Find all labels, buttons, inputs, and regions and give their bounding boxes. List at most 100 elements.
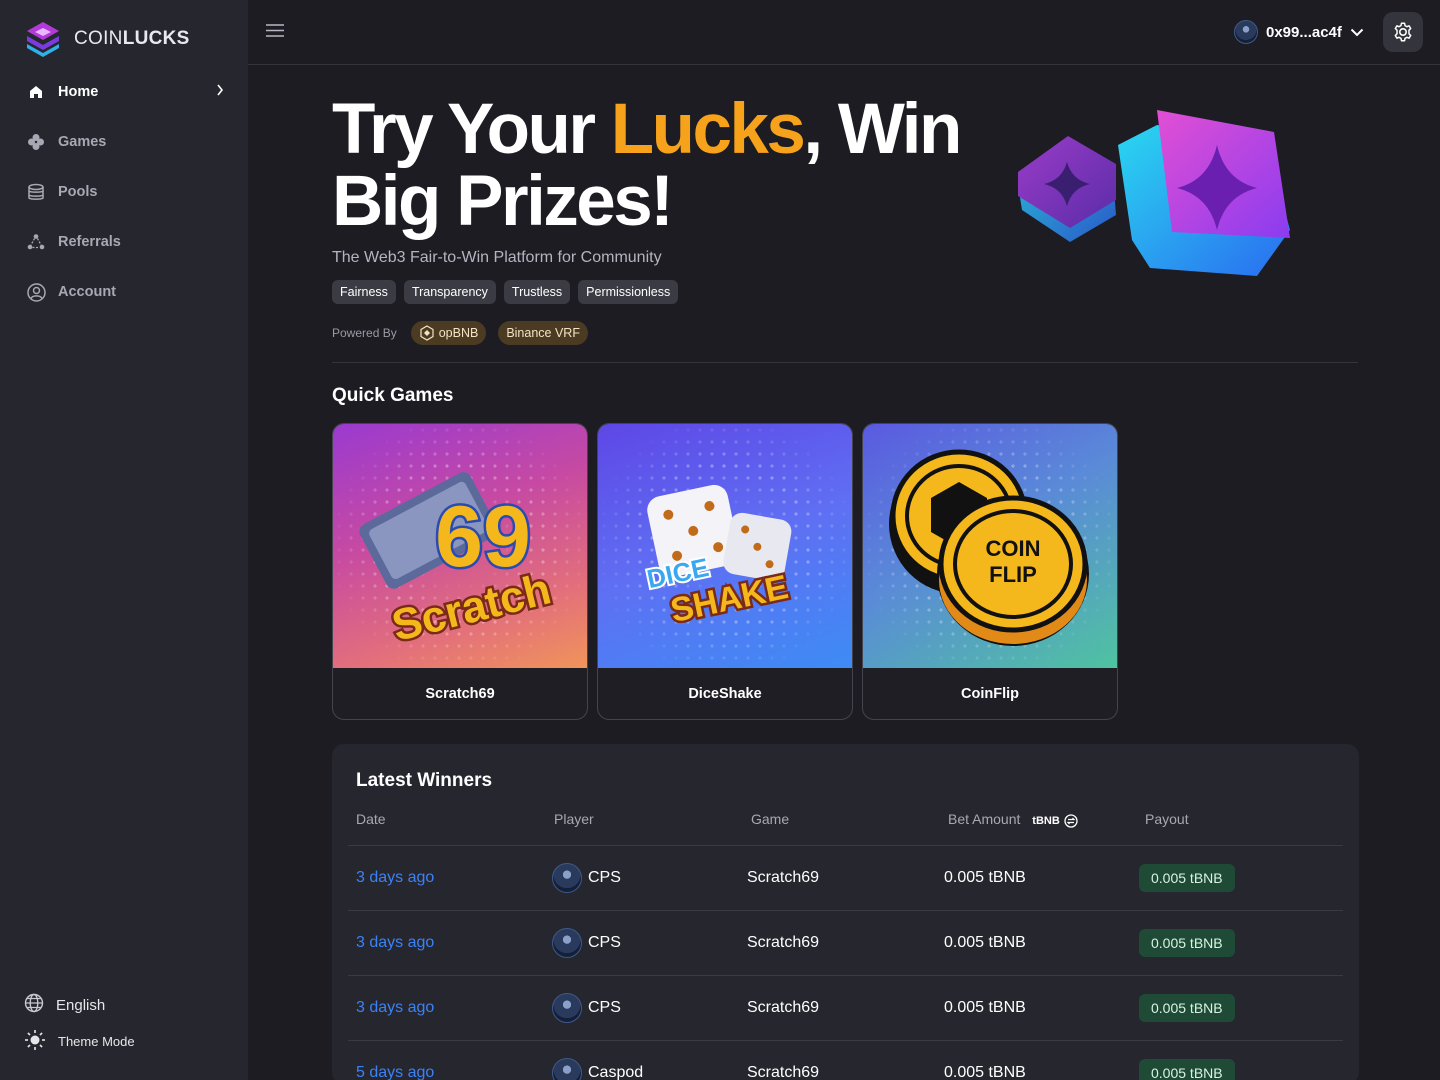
avatar <box>552 863 582 893</box>
quick-games-title: Quick Games <box>332 385 454 406</box>
sidebar-item-label: Pools <box>58 184 98 200</box>
opbnb-label: opBNB <box>438 326 479 340</box>
latest-winners-panel: Latest Winners Date Player Game Bet Amou… <box>332 744 1359 1080</box>
row-bet: 0.005 tBNB <box>944 1064 1026 1080</box>
settings-button[interactable] <box>1383 12 1423 52</box>
sidebar-item-home[interactable]: Home <box>12 67 236 117</box>
game-name: DiceShake <box>688 686 762 702</box>
currency-label: tBNB <box>1032 815 1060 827</box>
binance-vrf-label: Binance VRF <box>506 326 580 340</box>
column-bet-amount: Bet Amount tBNB <box>948 811 1078 828</box>
row-bet: 0.005 tBNB <box>944 999 1026 1016</box>
game-name: Scratch69 <box>425 686 495 702</box>
user-circle-icon <box>26 282 46 302</box>
row-player[interactable]: Caspod <box>552 1041 643 1080</box>
wallet-button[interactable]: 0x99...ac4f <box>1224 12 1374 52</box>
row-date-link[interactable]: 3 days ago <box>356 976 434 1040</box>
wallet-address: 0x99...ac4f <box>1266 23 1342 41</box>
sidebar: COINLUCKS Home Games Pools Referrals Acc… <box>0 0 248 1080</box>
avatar <box>552 1058 582 1080</box>
sidebar-item-label: Home <box>58 84 99 100</box>
hero-divider <box>332 362 1358 363</box>
game-name: CoinFlip <box>961 686 1019 702</box>
sidebar-item-label: Referrals <box>58 234 121 250</box>
sun-icon <box>24 1029 46 1054</box>
coinlucks-logo-icon <box>27 22 59 57</box>
payout-badge: 0.005 tBNB <box>1139 994 1235 1022</box>
sidebar-item-account[interactable]: Account <box>12 267 236 317</box>
sidebar-item-games[interactable]: Games <box>12 117 236 167</box>
network-icon <box>26 232 46 252</box>
brand-logo[interactable]: COINLUCKS <box>24 20 190 58</box>
powered-by-label: Powered By <box>332 326 397 340</box>
winners-table-header: Date Player Game Bet Amount tBNB Payout <box>356 811 1346 831</box>
sidebar-item-label: Account <box>58 284 116 300</box>
wallet-avatar <box>1234 20 1258 44</box>
chevron-right-icon <box>216 84 224 100</box>
clover-icon <box>26 132 46 152</box>
table-row: 5 days ago Caspod Scratch69 0.005 tBNB 0… <box>348 1040 1343 1080</box>
avatar <box>552 928 582 958</box>
row-bet: 0.005 tBNB <box>944 869 1026 886</box>
language-label: English <box>56 996 106 1014</box>
top-bar: 0x99...ac4f <box>248 0 1440 65</box>
row-player[interactable]: CPS <box>552 846 621 910</box>
column-date: Date <box>356 811 386 827</box>
bnb-icon <box>420 325 434 341</box>
column-payout: Payout <box>1145 811 1189 827</box>
bet-amount-label: Bet Amount <box>948 811 1021 827</box>
hamburger-icon <box>266 24 284 37</box>
row-date-link[interactable]: 3 days ago <box>356 911 434 975</box>
theme-mode-label: Theme Mode <box>58 1033 135 1049</box>
powered-by: Powered By opBNB Binance VRF <box>332 321 588 345</box>
currency-toggle[interactable]: tBNB <box>1032 814 1078 828</box>
column-game: Game <box>751 811 790 827</box>
row-game: Scratch69 <box>747 1064 820 1080</box>
tag-transparency: Transparency <box>403 280 496 304</box>
brand-name: COINLUCKS <box>74 28 190 49</box>
game-card-coinflip[interactable]: COIN FLIP CoinFlip <box>862 423 1118 720</box>
feature-tags: Fairness Transparency Trustless Permissi… <box>332 280 679 304</box>
binance-vrf-chip[interactable]: Binance VRF <box>498 321 588 345</box>
home-icon <box>26 82 46 102</box>
globe-icon <box>24 993 44 1017</box>
theme-mode-toggle[interactable]: Theme Mode <box>24 1026 135 1056</box>
menu-toggle-button[interactable] <box>265 22 285 43</box>
avatar <box>552 993 582 1023</box>
row-player[interactable]: CPS <box>552 976 621 1040</box>
tag-fairness: Fairness <box>332 280 396 304</box>
hero-subtitle: The Web3 Fair-to-Win Platform for Commun… <box>332 249 662 266</box>
sidebar-item-pools[interactable]: Pools <box>12 167 236 217</box>
row-player[interactable]: CPS <box>552 911 621 975</box>
payout-badge: 0.005 tBNB <box>1139 864 1235 892</box>
sidebar-item-referrals[interactable]: Referrals <box>12 217 236 267</box>
player-name: CPS <box>588 999 621 1016</box>
row-bet: 0.005 tBNB <box>944 934 1026 951</box>
opbnb-chip[interactable]: opBNB <box>410 321 487 345</box>
player-name: Caspod <box>588 1064 644 1080</box>
coinflip-thumbnail: COIN FLIP <box>863 424 1117 668</box>
game-card-scratch69[interactable]: 69 Scratch Scratch69 <box>332 423 588 720</box>
tag-trustless: Trustless <box>503 280 571 304</box>
coinflip-art-word-top: COIN <box>986 536 1041 561</box>
table-row: 3 days ago CPS Scratch69 0.005 tBNB 0.00… <box>348 910 1343 975</box>
row-date-link[interactable]: 3 days ago <box>356 846 434 910</box>
swap-icon <box>1064 814 1078 828</box>
game-card-diceshake[interactable]: DICE SHAKE DiceShake <box>597 423 853 720</box>
hero-title: Try Your Lucks, Win Big Prizes! <box>332 90 962 241</box>
table-row: 3 days ago CPS Scratch69 0.005 tBNB 0.00… <box>348 975 1343 1040</box>
diceshake-thumbnail: DICE SHAKE <box>598 424 852 668</box>
latest-winners-title: Latest Winners <box>356 770 493 791</box>
scratch69-thumbnail: 69 Scratch <box>333 424 587 668</box>
language-selector[interactable]: English <box>24 990 135 1020</box>
quick-games-list: 69 Scratch Scratch69 DICE SHAKE DiceShak… <box>332 423 1118 720</box>
row-game: Scratch69 <box>747 934 820 951</box>
row-game: Scratch69 <box>747 999 820 1016</box>
chevron-down-icon <box>1350 28 1364 36</box>
coinflip-art-word-bottom: FLIP <box>989 562 1037 587</box>
row-game: Scratch69 <box>747 869 820 886</box>
sidebar-nav: Home Games Pools Referrals Account <box>12 67 236 317</box>
gear-icon <box>1394 22 1412 42</box>
sidebar-footer: English Theme Mode <box>24 990 135 1056</box>
row-date-link[interactable]: 5 days ago <box>356 1041 434 1080</box>
